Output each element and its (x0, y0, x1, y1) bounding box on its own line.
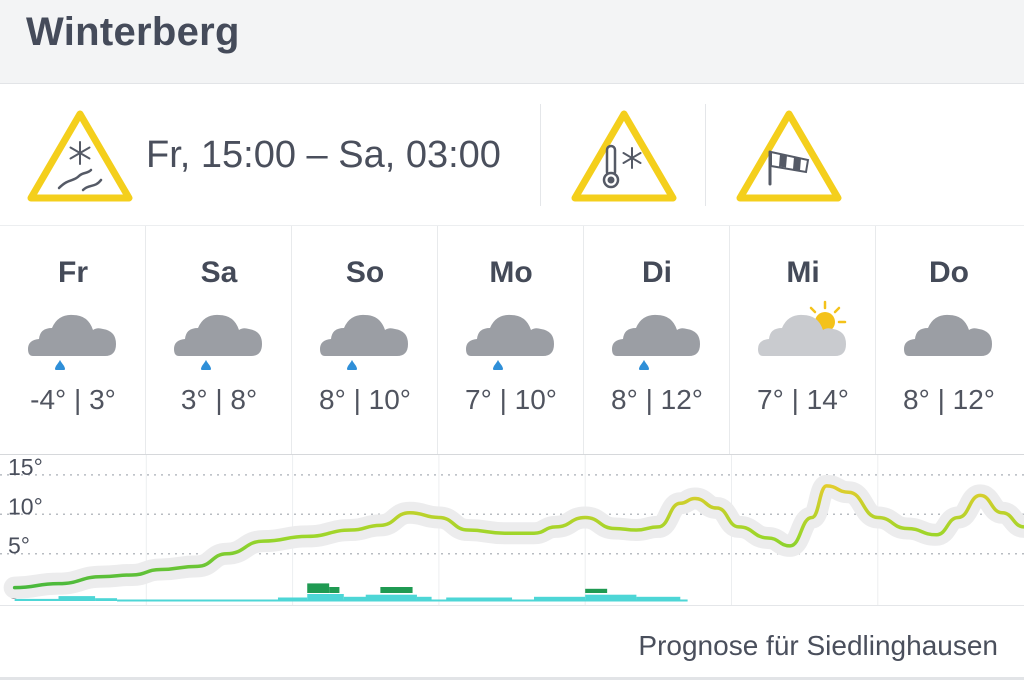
warning-frost[interactable] (541, 84, 705, 226)
rain-cloud-icon (174, 314, 262, 370)
partly-cloudy-icon (758, 300, 847, 356)
rain-cloud-icon (612, 314, 700, 370)
precipitation-bar-heavy (329, 587, 340, 593)
day-name: Fr (58, 256, 88, 289)
y-tick-label: 15° (8, 455, 43, 480)
temperature-chart-svg: 15°10°5°0° (0, 455, 1024, 605)
icy-road-warning-icon (27, 110, 133, 202)
precipitation-bar-heavy (307, 583, 330, 593)
rain-cloud-icon (466, 314, 554, 370)
day-name: Mi (786, 256, 820, 289)
daily-forecast: Fr -4° | 3° Sa 3° | 8° So 8° | 10° Mo 7°… (0, 226, 1024, 454)
forecast-location-note: Prognose für Siedlinghausen (638, 630, 998, 661)
warning-wind[interactable] (706, 84, 866, 226)
warning-icy-road[interactable]: Fr, 15:00 – Sa, 03:00 (0, 84, 540, 226)
rain-cloud-icon (320, 314, 408, 370)
precipitation-bar-heavy (380, 587, 413, 593)
day-name: Di (642, 256, 672, 289)
y-tick-label: 5° (8, 533, 30, 559)
precipitation-bar-heavy (585, 588, 608, 593)
warning-period: Fr, 15:00 – Sa, 03:00 (146, 134, 501, 176)
day-column[interactable]: Di 8° | 12° (584, 226, 730, 454)
day-temps: 7° | 14° (757, 384, 849, 415)
day-temps: 8° | 12° (611, 384, 703, 415)
day-column[interactable]: Mi 7° | 14° (730, 226, 876, 454)
precipitation-bar (95, 598, 118, 601)
day-column[interactable]: Do 8° | 12° (876, 226, 1022, 454)
warnings-bar: Fr, 15:00 – Sa, 03:00 (0, 84, 1024, 226)
day-name: Do (929, 256, 969, 289)
wind-warning-icon (736, 110, 842, 202)
day-temps: 8° | 12° (903, 384, 995, 415)
day-temps: 7° | 10° (465, 384, 557, 415)
location-title: Winterberg (26, 10, 240, 54)
location-header: Winterberg (0, 0, 1024, 84)
forecast-footer: Prognose für Siedlinghausen (0, 606, 1024, 680)
day-name: So (345, 256, 385, 289)
rain-cloud-icon (28, 314, 116, 370)
day-column[interactable]: Fr -4° | 3° (0, 226, 146, 454)
day-column[interactable]: So 8° | 10° (292, 226, 438, 454)
y-tick-label: 10° (8, 493, 43, 519)
day-column[interactable]: Mo 7° | 10° (438, 226, 584, 454)
precipitation-bar (14, 598, 59, 601)
day-name: Mo (489, 256, 533, 289)
day-temps: 8° | 10° (319, 384, 411, 415)
precipitation-bar (58, 596, 96, 601)
frost-warning-icon (571, 110, 677, 202)
temperature-chart: 15° 10° 5° 0° (0, 454, 1024, 606)
day-column[interactable]: Sa 3° | 8° (146, 226, 292, 454)
day-temps: 3° | 8° (180, 384, 258, 415)
day-name: Sa (200, 256, 238, 289)
day-temps: -4° | 3° (30, 384, 116, 415)
temperature-range-band (3, 474, 1024, 599)
cloud-icon (904, 314, 992, 356)
